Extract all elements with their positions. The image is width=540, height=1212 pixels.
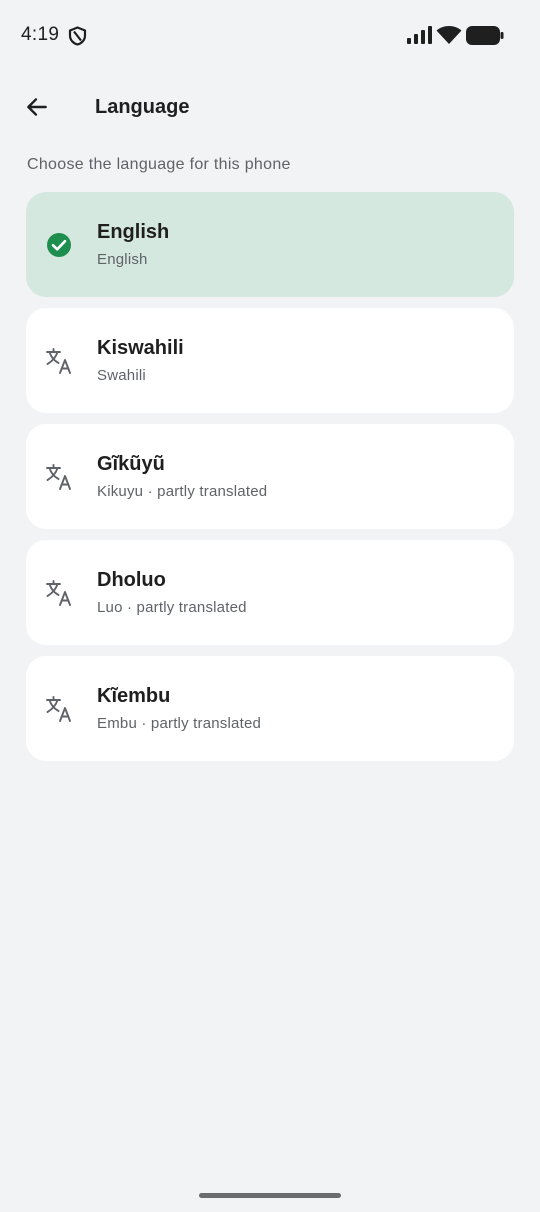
home-indicator[interactable] — [199, 1193, 341, 1198]
status-time: 4:19 — [21, 24, 60, 45]
language-subtitle-text: English — [97, 251, 148, 268]
language-name: Dholuo — [97, 569, 166, 591]
shield-icon — [68, 26, 87, 46]
language-subtitle-text: Kikuyu · partly translated — [97, 483, 268, 500]
language-subtitle-text: Swahili — [97, 367, 146, 384]
signal-icon — [407, 26, 432, 44]
language-item-kiembu[interactable]: Kĩembu Embu · partly translated — [26, 656, 514, 761]
language-item-dholuo[interactable]: Dholuo Luo · partly translated — [26, 540, 514, 645]
language-name: Kiswahili — [97, 337, 184, 359]
language-name: English — [97, 221, 170, 243]
language-settings-screen: 4:19 Language Choose the language for th… — [0, 0, 540, 1212]
language-subtitle-text: Embu · partly translated — [97, 715, 262, 732]
status-bar: 4:19 — [0, 0, 540, 70]
language-subtitle: Choose the language for this phone — [27, 156, 291, 173]
arrow-back-icon — [27, 98, 47, 116]
wifi-icon — [436, 26, 462, 44]
battery-icon — [466, 26, 504, 45]
translate-icon — [46, 464, 71, 490]
language-item-english[interactable]: English English — [26, 192, 514, 297]
translate-icon — [46, 580, 71, 606]
language-subtitle-text: Luo · partly translated — [97, 599, 247, 616]
translate-icon — [46, 348, 71, 374]
language-item-kiswahili[interactable]: Kiswahili Swahili — [26, 308, 514, 413]
language-name: Kĩembu — [97, 685, 171, 707]
back-button[interactable] — [14, 84, 60, 130]
check-circle-icon — [47, 233, 71, 257]
language-name: Gĩkũyũ — [97, 453, 165, 475]
page-title: Language — [95, 96, 190, 118]
language-item-gikuyu[interactable]: Gĩkũyũ Kikuyu · partly translated — [26, 424, 514, 529]
top-app-bar: Language — [0, 76, 540, 140]
translate-icon — [46, 696, 71, 722]
language-list: English English Kiswahili Swahili Gĩkũyũ… — [26, 192, 514, 772]
